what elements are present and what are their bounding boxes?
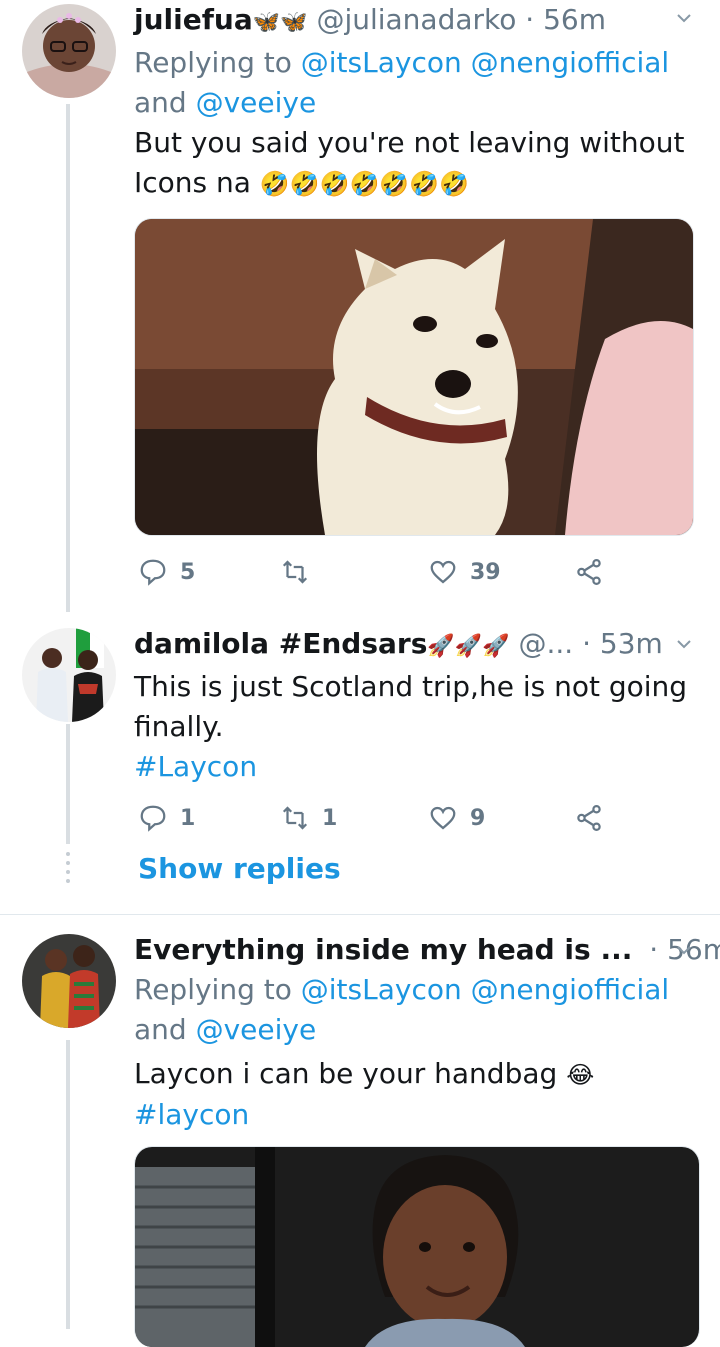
replying-to-user-veeiye[interactable]: @veeiye — [196, 1013, 317, 1046]
replying-and-label: and — [134, 1013, 187, 1046]
retweet-icon — [282, 560, 308, 584]
show-replies-link[interactable]: Show replies — [138, 852, 341, 885]
chevron-down-icon[interactable] — [676, 942, 692, 958]
share-button[interactable] — [574, 798, 604, 838]
replying-to-label: Replying to — [134, 46, 292, 79]
thread-dots — [66, 852, 70, 886]
timestamp: · 56m — [525, 3, 606, 36]
heart-icon — [430, 806, 456, 830]
display-name[interactable]: juliefua — [134, 3, 253, 36]
like-count: 39 — [470, 559, 501, 585]
display-name[interactable]: Everything inside my head is ... — [134, 933, 632, 966]
chevron-down-icon[interactable] — [676, 636, 692, 652]
reply-button[interactable]: 1 — [138, 798, 195, 838]
avatar[interactable] — [22, 934, 116, 1028]
tweet-2[interactable]: damilola #Endsars🚀🚀🚀 @... · 53m This is … — [0, 624, 720, 844]
reply-count: 5 — [180, 559, 196, 585]
tweet-text-line: Icons na — [134, 166, 251, 199]
replying-to-user-veeiye[interactable]: @veeiye — [196, 86, 317, 119]
tweet-text-line: Laycon i can be your handbag — [134, 1057, 558, 1090]
hashtag-link[interactable]: #laycon — [134, 1095, 700, 1135]
laughing-emoji: 🤣🤣🤣🤣🤣🤣🤣 — [259, 170, 470, 198]
user-handle[interactable]: @julianadarko — [316, 3, 516, 36]
user-handle[interactable]: @... — [518, 627, 573, 660]
tweet-text-line: But you said you're not leaving without — [134, 126, 685, 159]
replying-to-users[interactable]: @itsLaycon @nengiofficial — [301, 46, 669, 79]
retweet-button[interactable] — [280, 552, 322, 592]
avatar[interactable] — [22, 4, 116, 98]
rocket-emoji: 🚀🚀🚀 — [427, 634, 510, 659]
reply-button[interactable]: 5 — [138, 552, 195, 592]
retweet-icon — [282, 806, 308, 830]
replying-to-label: Replying to — [134, 973, 292, 1006]
tweet-text-line: This is just Scotland trip,he is not goi… — [134, 670, 688, 703]
reply-icon — [140, 559, 166, 586]
tweet-1[interactable]: juliefua🦋🦋 @julianadarko · 56m Replying … — [0, 0, 720, 612]
tweet-image-dog[interactable] — [134, 218, 694, 536]
share-icon — [577, 559, 601, 585]
avatar[interactable] — [22, 628, 116, 722]
like-count: 9 — [470, 805, 486, 831]
tweet-3[interactable]: Everything inside my head is ... · 56m R… — [0, 930, 720, 1347]
divider — [0, 914, 720, 915]
retweet-count: 1 — [322, 805, 338, 831]
joy-emoji: 😂 — [566, 1061, 595, 1089]
hashtag-link[interactable]: #Laycon — [134, 747, 700, 787]
reply-count: 1 — [180, 805, 196, 831]
timestamp: · 53m — [582, 627, 663, 660]
replying-and-label: and — [134, 86, 187, 119]
replying-to-users[interactable]: @itsLaycon @nengiofficial — [301, 973, 669, 1006]
like-button[interactable]: 9 — [428, 798, 485, 838]
tweet-image-child[interactable] — [134, 1146, 700, 1347]
like-button[interactable]: 39 — [428, 552, 501, 592]
retweet-button[interactable]: 1 — [280, 798, 337, 838]
display-name[interactable]: damilola #Endsars — [134, 627, 427, 660]
reply-icon — [140, 805, 166, 832]
share-button[interactable] — [574, 552, 604, 592]
chevron-down-icon[interactable] — [676, 10, 692, 26]
heart-icon — [430, 560, 456, 584]
tweet-text-line: finally. — [134, 710, 224, 743]
share-icon — [577, 805, 601, 831]
butterfly-emoji: 🦋🦋 — [252, 10, 308, 35]
